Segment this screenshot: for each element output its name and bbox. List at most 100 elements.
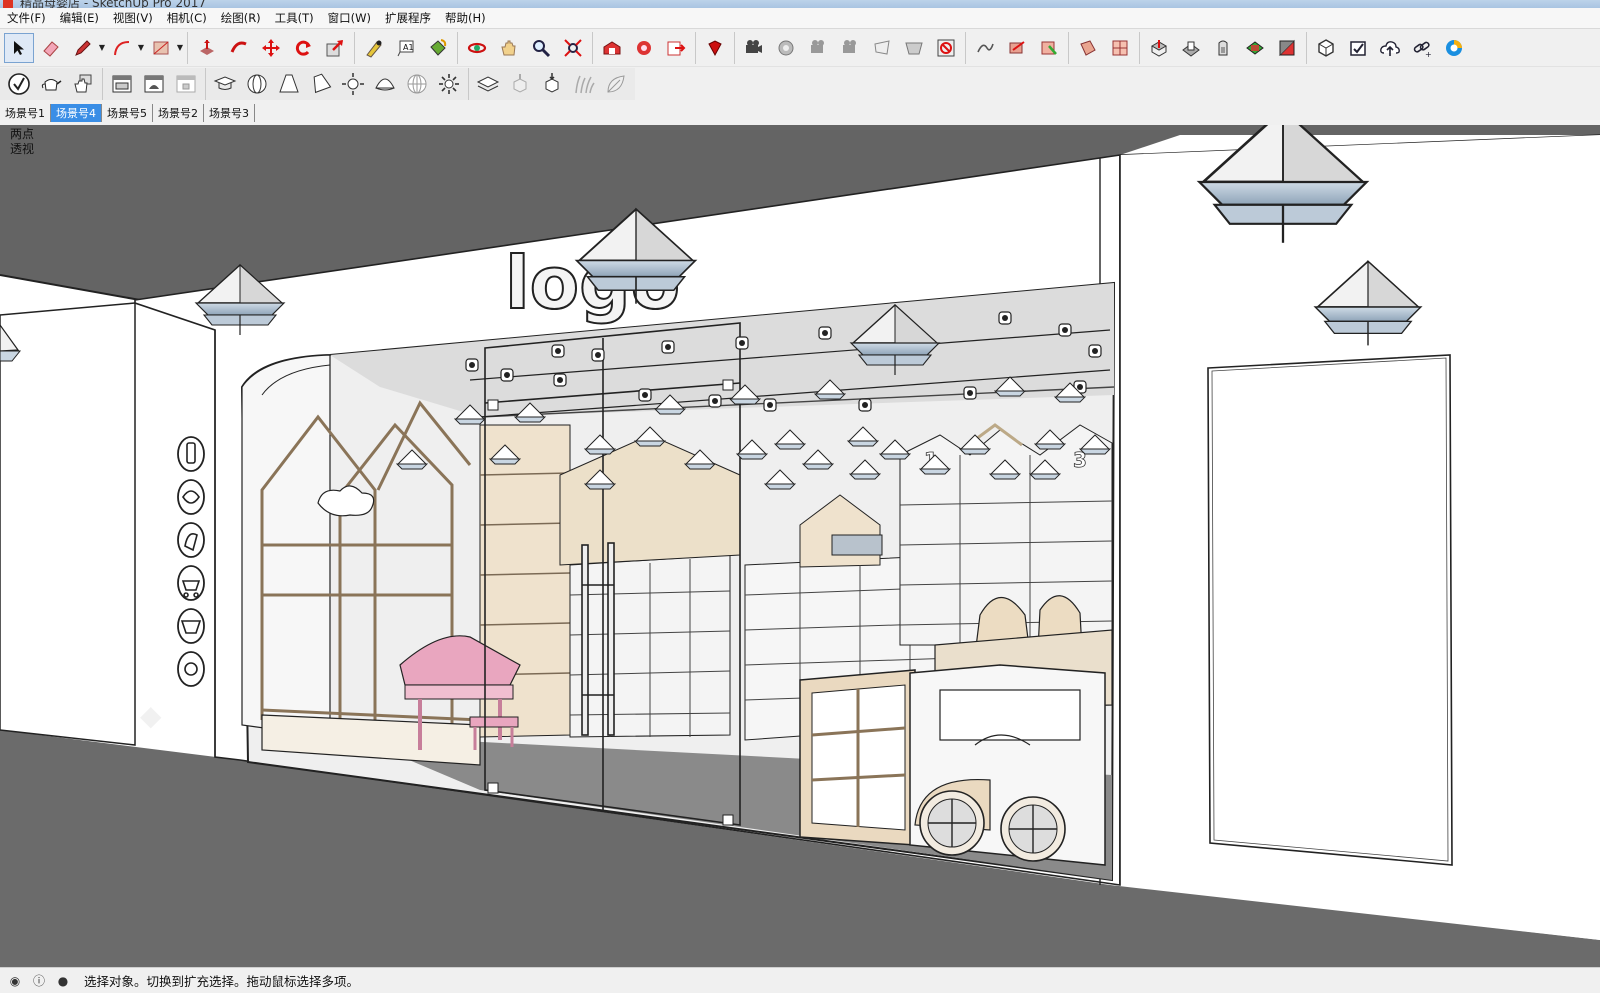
menu-draw[interactable]: 绘图(R)	[214, 10, 268, 26]
chevron-down-icon[interactable]: ▼	[177, 44, 183, 52]
chevron-down-icon[interactable]: ▼	[138, 44, 144, 52]
solid-intersect-icon[interactable]	[1240, 33, 1270, 63]
solid-split-icon[interactable]	[1272, 33, 1302, 63]
main-toolbar: ▼ ▼ ▼ A1 +	[0, 30, 1600, 67]
orbit-tool-icon[interactable]	[462, 33, 492, 63]
select-tool-icon[interactable]	[4, 33, 34, 63]
window-style-icon[interactable]	[107, 69, 137, 99]
terrain-add-detail-icon[interactable]	[1073, 33, 1103, 63]
solid-subtract-icon[interactable]	[1176, 33, 1206, 63]
model-viewport[interactable]: 1 3	[0, 125, 1600, 967]
push-pull-tool-icon[interactable]	[192, 33, 222, 63]
svg-text:A1: A1	[403, 43, 414, 52]
walk-icon[interactable]	[803, 33, 833, 63]
ruby-console-icon[interactable]	[700, 33, 730, 63]
toolbar-group-drawing: ▼ ▼ ▼	[0, 32, 188, 64]
tab-scene-2[interactable]: 场景号2	[153, 104, 204, 122]
tape-measure-tool-icon[interactable]	[359, 33, 389, 63]
sphere-icon[interactable]	[242, 69, 272, 99]
rectangle-tool-icon[interactable]: ▼	[146, 33, 183, 63]
tab-scene-3[interactable]: 场景号3	[204, 104, 255, 122]
vray-icon[interactable]	[1439, 33, 1469, 63]
pencil-tool-icon[interactable]: ▼	[68, 33, 105, 63]
tab-scene-1[interactable]: 场景号1	[0, 104, 51, 122]
display-section-icon[interactable]	[899, 33, 929, 63]
cloud-upload-icon[interactable]	[1375, 33, 1405, 63]
storefront-rendering: 1 3	[0, 125, 1600, 967]
3d-warehouse-share-icon[interactable]	[1311, 33, 1341, 63]
half-sphere-icon[interactable]	[370, 69, 400, 99]
layers-icon[interactable]	[473, 69, 503, 99]
leaf-icon[interactable]	[601, 69, 631, 99]
camera-position-icon[interactable]	[739, 33, 769, 63]
solid-trim-icon[interactable]	[1208, 33, 1238, 63]
rotate-tool-icon[interactable]	[288, 33, 318, 63]
terrain-flip-icon[interactable]	[1105, 33, 1135, 63]
menu-extensions[interactable]: 扩展程序	[378, 10, 438, 26]
paint-bucket-tool-icon[interactable]	[423, 33, 453, 63]
lock-icon[interactable]	[171, 69, 201, 99]
secondary-toolbar	[0, 67, 1600, 101]
sketchup-app-icon	[3, 0, 13, 8]
component-up-icon[interactable]	[505, 69, 535, 99]
zoom-extents-tool-icon[interactable]	[558, 33, 588, 63]
warehouse-icon[interactable]	[597, 33, 627, 63]
section-plane-icon[interactable]	[835, 33, 865, 63]
menu-view[interactable]: 视图(V)	[106, 10, 160, 26]
menu-window[interactable]: 窗口(W)	[321, 10, 378, 26]
menu-help[interactable]: 帮助(H)	[438, 10, 493, 26]
model-info-icon[interactable]	[1343, 33, 1373, 63]
settings-sun-icon[interactable]	[434, 69, 464, 99]
eraser-tool-icon[interactable]	[36, 33, 66, 63]
window-preview-icon[interactable]	[139, 69, 169, 99]
pan-tool-icon[interactable]	[494, 33, 524, 63]
hand-icon[interactable]	[68, 69, 98, 99]
look-around-icon[interactable]	[771, 33, 801, 63]
chevron-down-icon[interactable]: ▼	[99, 44, 105, 52]
toolbar-group-share: +	[1307, 32, 1473, 64]
solid-union-icon[interactable]	[1144, 33, 1174, 63]
cube-shelf	[799, 669, 916, 846]
menu-edit[interactable]: 编辑(E)	[53, 10, 106, 26]
geo-location-icon[interactable]: ◉	[6, 972, 24, 990]
camera-label-line1: 两点	[10, 127, 35, 141]
user-account-icon[interactable]: ●	[54, 972, 72, 990]
menu-tools[interactable]: 工具(T)	[268, 10, 321, 26]
teapot-icon[interactable]	[36, 69, 66, 99]
layout-send-icon[interactable]	[661, 33, 691, 63]
arc-tool-icon[interactable]: ▼	[107, 33, 144, 63]
cone-light-icon[interactable]	[274, 69, 304, 99]
toolbar-group-construction: A1	[355, 32, 458, 64]
sandbox-drape-icon[interactable]	[1034, 33, 1064, 63]
section-cut-icon[interactable]	[867, 33, 897, 63]
geo-cap-icon[interactable]	[210, 69, 240, 99]
toolbar-group-ruby	[696, 32, 735, 64]
menu-camera[interactable]: 相机(C)	[160, 10, 214, 26]
grass-icon[interactable]	[569, 69, 599, 99]
sandbox-stamp-icon[interactable]	[1002, 33, 1032, 63]
sandbox-smoove-icon[interactable]	[970, 33, 1000, 63]
extension-warehouse-icon[interactable]	[629, 33, 659, 63]
follow-me-tool-icon[interactable]	[224, 33, 254, 63]
svg-text:+: +	[1425, 50, 1432, 58]
left-wall	[0, 302, 136, 746]
link-icon[interactable]: +	[1407, 33, 1437, 63]
spot-light-icon[interactable]	[306, 69, 336, 99]
validate-icon[interactable]	[4, 69, 34, 99]
svg-text:◆: ◆	[140, 699, 162, 732]
sun-icon[interactable]	[338, 69, 368, 99]
scale-tool-icon[interactable]	[320, 33, 350, 63]
cancel-section-icon[interactable]	[931, 33, 961, 63]
text-tool-icon[interactable]: A1	[391, 33, 421, 63]
zoom-tool-icon[interactable]	[526, 33, 556, 63]
globe-icon[interactable]	[402, 69, 432, 99]
info-icon[interactable]: ⓘ	[30, 972, 48, 990]
move-tool-icon[interactable]	[256, 33, 286, 63]
menu-file[interactable]: 文件(F)	[0, 10, 53, 26]
watermark: ◆	[140, 699, 162, 732]
camera-label-line2: 透视	[10, 142, 35, 156]
toolbar-group-modify	[188, 32, 355, 64]
component-down-icon[interactable]	[537, 69, 567, 99]
tab-scene-4[interactable]: 场景号4	[51, 104, 102, 122]
tab-scene-5[interactable]: 场景号5	[102, 104, 153, 122]
